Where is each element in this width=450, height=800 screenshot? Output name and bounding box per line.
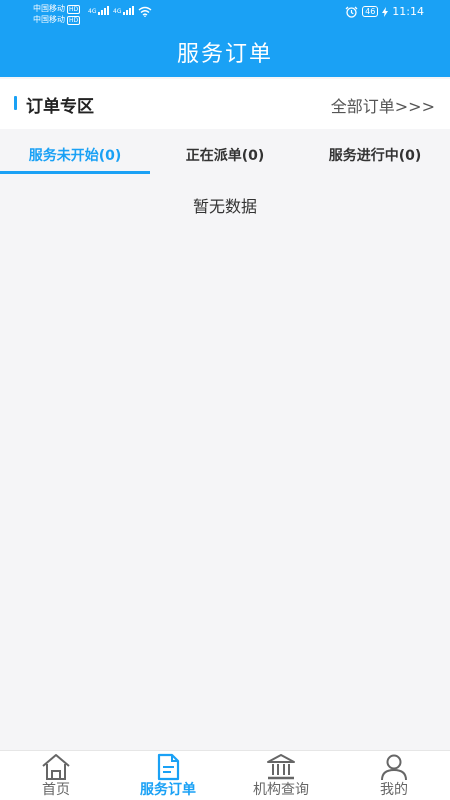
alarm-icon (345, 6, 358, 18)
active-tab-indicator (0, 171, 150, 174)
tab-in-progress[interactable]: 服务进行中(0) (300, 138, 450, 174)
signal-1-icon: 4G (88, 6, 110, 15)
app-header: 中国移动 HD 中国移动 HD 4G 4G 46 11:14 服务订单 (0, 0, 450, 77)
status-bar: 中国移动 HD 中国移动 HD 4G 4G 46 11:14 (0, 0, 450, 26)
tab-not-started[interactable]: 服务未开始(0) (0, 138, 150, 174)
nav-item-service-orders[interactable]: 服务订单 (112, 751, 224, 800)
user-icon (381, 754, 407, 781)
carrier-1-label: 中国移动 (33, 4, 65, 13)
hd-badge-1: HD (67, 5, 81, 14)
document-icon (157, 753, 180, 781)
battery-icon: 46 (362, 6, 379, 17)
nav-label-institution-search: 机构查询 (253, 782, 309, 798)
tab-dispatching[interactable]: 正在派单(0) (150, 138, 300, 174)
wifi-icon (138, 6, 152, 17)
nav-item-home[interactable]: 首页 (0, 751, 112, 800)
section-accent-mark (14, 96, 17, 110)
carrier-info: 中国移动 HD 中国移动 HD (33, 3, 81, 25)
order-section-bar: 订单专区 全部订单>>> (0, 79, 450, 129)
institution-icon (267, 754, 295, 780)
bottom-nav: 首页 服务订单 机构查询 我的 (0, 750, 450, 800)
carrier-2-label: 中国移动 (33, 15, 65, 24)
network-1-label: 4G (88, 8, 97, 15)
all-orders-link[interactable]: 全部订单>>> (331, 93, 435, 117)
empty-state-message: 暂无数据 (192, 197, 257, 216)
nav-label-profile: 我的 (380, 782, 408, 798)
nav-item-institution-search[interactable]: 机构查询 (225, 751, 337, 800)
nav-item-profile[interactable]: 我的 (338, 751, 450, 800)
home-icon (42, 754, 70, 780)
clock: 11:14 (392, 5, 424, 18)
order-status-tabs: 服务未开始(0) 正在派单(0) 服务进行中(0) (0, 138, 450, 174)
status-right: 46 11:14 (345, 5, 424, 18)
nav-label-home: 首页 (42, 782, 70, 798)
nav-label-service-orders: 服务订单 (140, 782, 196, 798)
section-title: 订单专区 (26, 97, 94, 117)
network-2-label: 4G (113, 8, 122, 15)
signal-2-icon: 4G (113, 6, 135, 15)
hd-badge-2: HD (67, 16, 81, 25)
page-title: 服务订单 (176, 42, 273, 67)
charging-icon (382, 6, 389, 17)
